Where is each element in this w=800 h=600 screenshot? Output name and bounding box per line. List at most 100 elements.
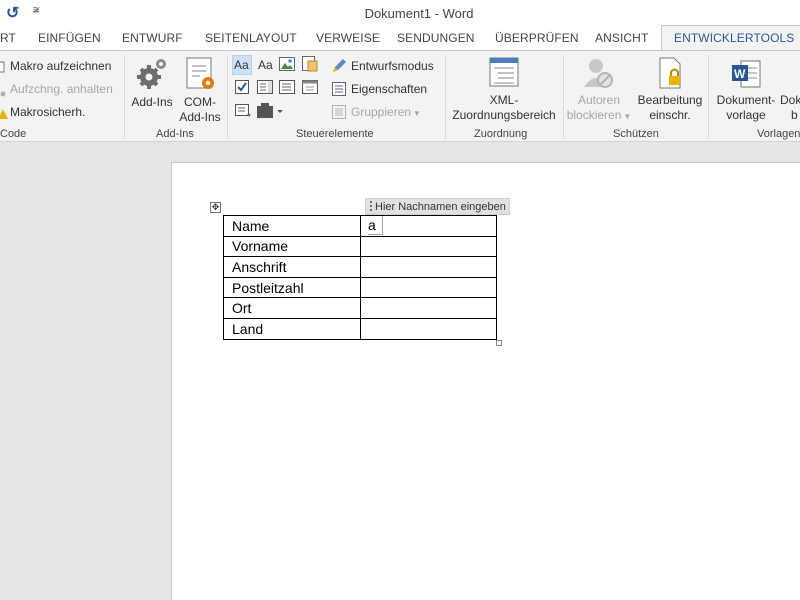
title-bar: ↺ ≆ Dokument1 - Word [0, 0, 800, 26]
legacy-tools-icon[interactable] [257, 103, 283, 124]
svg-text:W: W [734, 67, 746, 81]
restrict-editing-button[interactable]: Bearbeitung einschr. [636, 57, 704, 123]
table-row: Land [223, 317, 497, 340]
group-label-code: Code [0, 128, 27, 140]
addins-label: Add-Ins [131, 95, 173, 109]
com-addins-button[interactable]: COM- Add-Ins [179, 57, 221, 125]
com-addins-label-2: Add-Ins [179, 110, 221, 124]
group-separator [563, 55, 564, 139]
table-cell-label[interactable]: Anschrift [223, 256, 361, 278]
table-resize-handle[interactable] [496, 340, 502, 346]
warning-icon [0, 106, 8, 124]
table-row: Ort [223, 297, 497, 319]
svg-text:Aa: Aa [258, 58, 273, 72]
table-cell-label[interactable]: Postleitzahl [223, 276, 361, 299]
table-cell-value[interactable] [360, 317, 497, 340]
rich-text-control-icon[interactable]: Aa [231, 54, 253, 80]
record-macro-button[interactable]: Makro aufzeichnen [10, 59, 111, 73]
group-separator [445, 55, 446, 139]
block-authors-icon [566, 57, 632, 89]
block-authors-label-2: blockieren [566, 108, 622, 122]
drag-handle-icon[interactable] [369, 200, 373, 212]
svg-text:Aa: Aa [234, 58, 249, 72]
document-template-label-1: Dokument- [716, 93, 776, 107]
document-template-button[interactable]: W Dokument- vorlage [714, 57, 778, 123]
tab-start[interactable]: RT [0, 31, 16, 45]
table-cell-value[interactable] [360, 235, 497, 258]
table-row: Postleitzahl [223, 276, 497, 299]
xml-mapping-button[interactable]: XML- Zuordnungsbereich [450, 57, 558, 123]
group-separator [227, 55, 228, 139]
picture-control-icon[interactable] [279, 57, 295, 76]
dropdown-list-control-icon[interactable] [279, 80, 295, 99]
design-mode-button[interactable]: Entwurfsmodus [351, 59, 434, 73]
design-mode-icon [332, 59, 348, 78]
word-template-icon: W [714, 57, 778, 89]
com-addins-label-1: COM- [184, 95, 216, 109]
group-separator [708, 55, 709, 139]
properties-icon [332, 82, 348, 101]
lastname-content-control[interactable]: a [368, 216, 383, 236]
addins-button[interactable]: Add-Ins [129, 57, 175, 110]
xml-mapping-label-1: XML- [489, 93, 519, 107]
content-control-title-tag[interactable]: Hier Nachnamen eingeben [365, 198, 510, 215]
table-row: Anschrift [223, 256, 497, 278]
tab-ueberpruefen[interactable]: ÜBERPRÜFEN [495, 31, 579, 45]
chevron-down-icon: ▼ [413, 109, 421, 118]
plain-text-control-icon[interactable]: Aa [256, 55, 276, 80]
table-cell-label[interactable]: Land [223, 317, 361, 340]
checkbox-control-icon[interactable] [235, 80, 249, 99]
document-panel-label-1: Doku [780, 93, 800, 107]
xml-mapping-icon [450, 57, 558, 89]
table-row: Vorname [223, 235, 497, 258]
group-icon [332, 105, 348, 124]
group-label-mapping: Zuordnung [474, 128, 528, 140]
table-cell-value[interactable] [360, 276, 497, 299]
document-panel-label-2: b [791, 108, 798, 122]
tab-einfuegen[interactable]: EINFÜGEN [38, 31, 101, 45]
tab-ansicht[interactable]: ANSICHT [595, 31, 648, 45]
form-table: Name a Vorname Anschrift Postleitzahl Or… [223, 215, 497, 340]
group-separator [124, 55, 125, 139]
restrict-editing-label-2: einschr. [649, 108, 691, 122]
block-authors-button[interactable]: Autoren blockieren ▼ [566, 57, 632, 124]
table-cell-label[interactable]: Ort [223, 297, 361, 319]
group-label-templates: Vorlagen [757, 128, 800, 140]
repeating-section-control-icon[interactable] [235, 104, 251, 123]
table-cell-label[interactable]: Vorname [223, 235, 361, 258]
content-control-title: Hier Nachnamen eingeben [375, 201, 506, 213]
table-cell-value[interactable] [360, 256, 497, 278]
com-addins-icon [179, 57, 221, 91]
combobox-control-icon[interactable] [257, 80, 273, 99]
date-picker-control-icon[interactable] [302, 80, 318, 99]
properties-button[interactable]: Eigenschaften [351, 82, 427, 96]
building-block-control-icon[interactable] [302, 56, 318, 77]
window-title: Dokument1 - Word [364, 6, 474, 21]
table-row: Name a [223, 215, 497, 237]
table-move-handle-icon[interactable]: ✥ [210, 202, 221, 213]
record-macro-icon [0, 60, 5, 78]
group-label-addins: Add-Ins [156, 128, 194, 140]
tab-entwurf[interactable]: ENTWURF [122, 31, 183, 45]
group-label-protect: Schützen [613, 128, 659, 140]
restrict-editing-label-1: Bearbeitung [637, 93, 703, 107]
document-template-label-2: vorlage [726, 108, 766, 122]
group-label: Gruppieren [351, 105, 412, 119]
table-cell-value[interactable]: a [360, 215, 497, 237]
group-label-controls: Steuerelemente [296, 128, 374, 140]
macro-security-button[interactable]: Makrosicherh. [10, 105, 85, 119]
gear-icon [129, 57, 175, 91]
ribbon: Makro aufzeichnen Aufzchng. anhalten Mak… [0, 50, 800, 142]
group-button[interactable]: Gruppieren ▼ [351, 105, 421, 119]
tab-verweise[interactable]: VERWEISE [316, 31, 380, 45]
xml-mapping-label-2: Zuordnungsbereich [452, 108, 556, 122]
document-panel-button[interactable]: Doku b [780, 93, 800, 123]
tab-sendungen[interactable]: SENDUNGEN [397, 31, 475, 45]
pause-recording-button[interactable]: Aufzchng. anhalten [10, 82, 113, 96]
lock-document-icon [636, 57, 704, 89]
table-cell-value[interactable] [360, 297, 497, 319]
tab-entwicklertools[interactable]: ENTWICKLERTOOLS [661, 25, 800, 51]
table-cell-label[interactable]: Name [223, 215, 361, 237]
pause-recording-icon [0, 84, 6, 102]
tab-seitenlayout[interactable]: SEITENLAYOUT [205, 31, 297, 45]
